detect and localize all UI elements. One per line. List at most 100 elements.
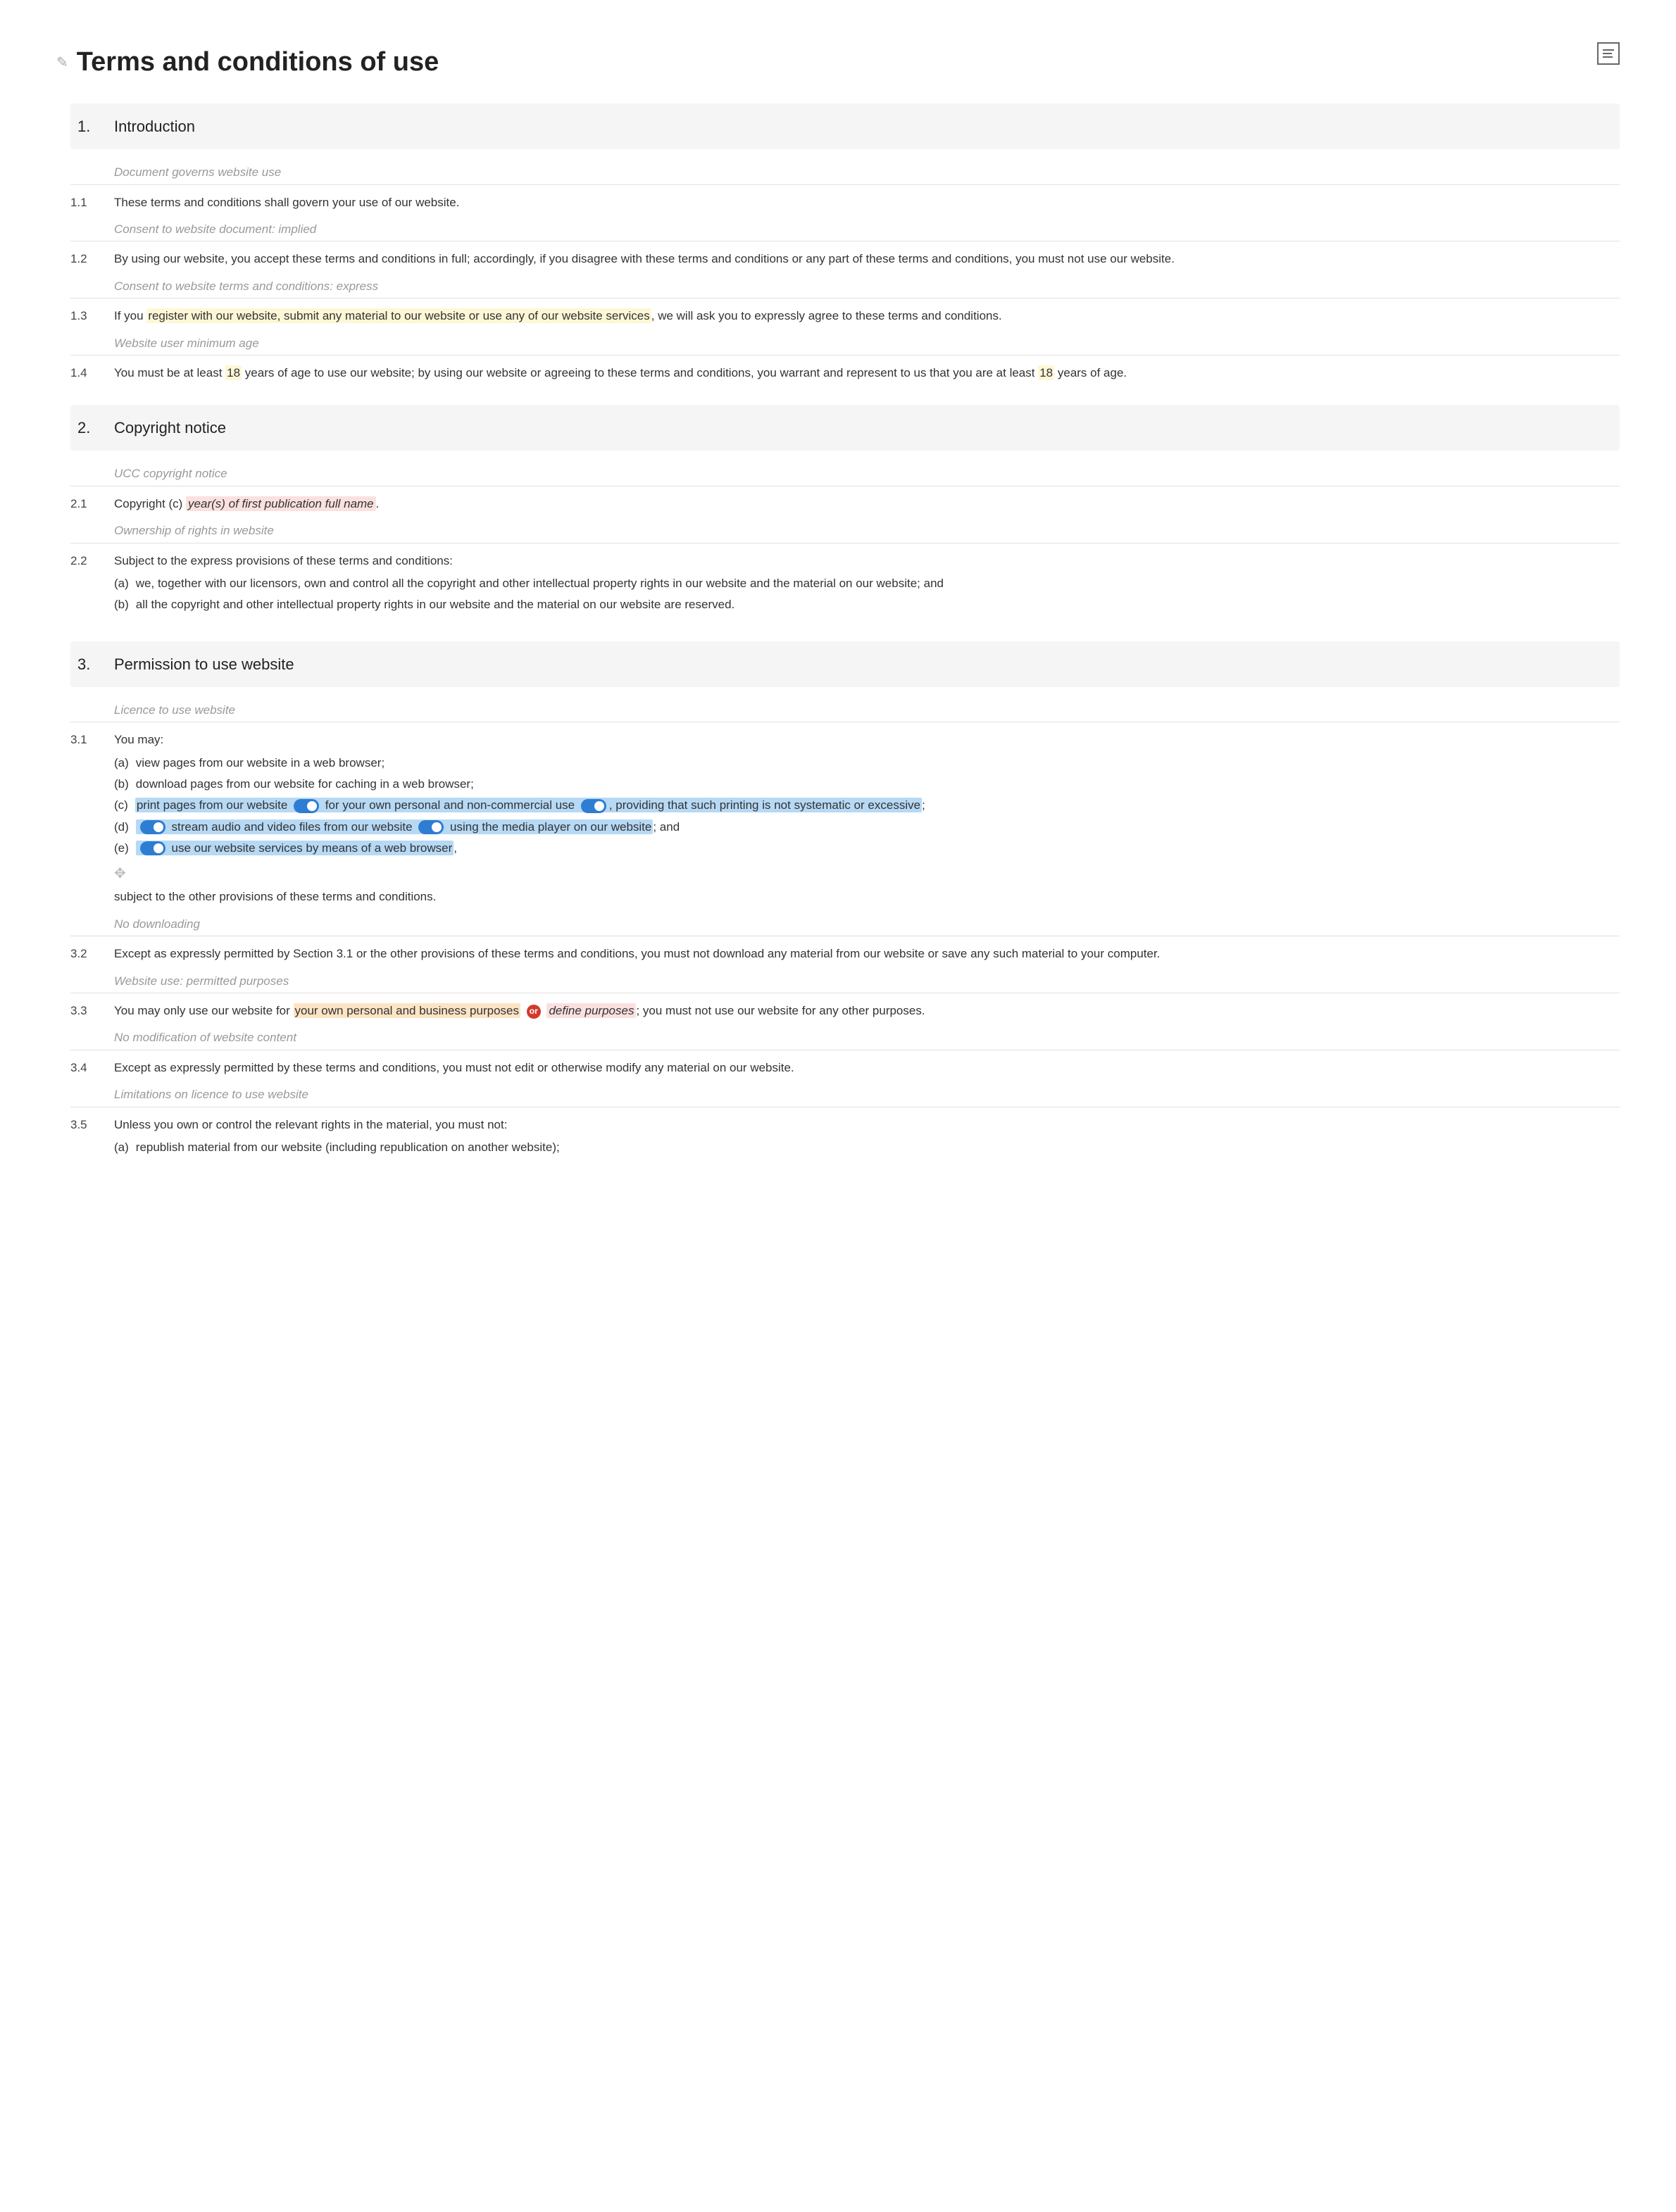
clause-note: No modification of website content	[70, 1026, 1620, 1050]
letter: (b)	[114, 775, 129, 793]
clause-num: 3.3	[70, 1002, 97, 1020]
text: ;	[922, 798, 925, 812]
clause-note: UCC copyright notice	[70, 462, 1620, 486]
sub-text: view pages from our website in a web bro…	[136, 754, 384, 772]
text: , we will ask you to expressly agree to …	[651, 309, 1002, 322]
section-header-2: 2. Copyright notice	[70, 405, 1620, 451]
sub-text: republish material from our website (inc…	[136, 1138, 560, 1157]
clause-num: 1.2	[70, 250, 97, 268]
letter: (e)	[114, 839, 129, 857]
clause-text: You must be at least 18 years of age to …	[114, 364, 1613, 382]
clause-note: Website use: permitted purposes	[70, 969, 1620, 994]
sub-item: (a) republish material from our website …	[114, 1137, 1613, 1158]
text: years of age to use our website; by usin…	[242, 366, 1038, 379]
clause-3-4: 3.4 Except as expressly permitted by the…	[70, 1055, 1620, 1083]
text: .	[376, 497, 380, 510]
clause-num: 3.2	[70, 945, 97, 963]
toggle-switch[interactable]	[418, 820, 444, 834]
text: years of age.	[1054, 366, 1127, 379]
clause-3-5: 3.5 Unless you own or control the releva…	[70, 1112, 1620, 1167]
placeholder-text[interactable]: year(s) of first publication full name	[186, 496, 376, 511]
section-header-1: 1. Introduction	[70, 103, 1620, 149]
text: ; you must not use our website for any o…	[636, 1004, 925, 1017]
section-num: 3.	[77, 653, 97, 676]
highlighted-text[interactable]: 18	[225, 365, 242, 380]
clause-text: Except as expressly permitted by Section…	[114, 945, 1613, 963]
text: You must be at least	[114, 366, 225, 379]
placeholder-text[interactable]: define purposes	[546, 1003, 636, 1018]
highlighted-text[interactable]: register with our website, submit any ma…	[146, 308, 651, 323]
clause-text: These terms and conditions shall govern …	[114, 194, 1613, 212]
clause-text: You may: (a) view pages from our website…	[114, 731, 1613, 906]
option-text[interactable]: your own personal and business purposes	[294, 1003, 520, 1018]
list-icon	[1603, 49, 1614, 58]
clause-note: Document governs website use	[70, 161, 1620, 185]
clause-text: By using our website, you accept these t…	[114, 250, 1613, 268]
clause-note: Consent to website document: implied	[70, 218, 1620, 242]
clause-2-1: 2.1 Copyright (c) year(s) of first publi…	[70, 491, 1620, 519]
letter: (a)	[114, 754, 129, 772]
section-num: 1.	[77, 115, 97, 138]
clause-3-1: 3.1 You may: (a) view pages from our web…	[70, 727, 1620, 912]
move-icon[interactable]: ✥	[114, 863, 1613, 885]
clause-num: 1.4	[70, 364, 97, 382]
sub-text: use our website services by means of a w…	[136, 839, 457, 857]
clause-text: Except as expressly permitted by these t…	[114, 1059, 1613, 1077]
letter: (d)	[114, 818, 129, 836]
sub-text: we, together with our licensors, own and…	[136, 574, 944, 593]
clause-1-2: 1.2 By using our website, you accept the…	[70, 246, 1620, 274]
text: You may only use our website for	[114, 1004, 294, 1017]
clause-note: Limitations on licence to use website	[70, 1083, 1620, 1107]
clause-3-3: 3.3 You may only use our website for you…	[70, 998, 1620, 1026]
section-num: 2.	[77, 416, 97, 439]
sub-item: (b) download pages from our website for …	[114, 774, 1613, 795]
clause-text: Copyright (c) year(s) of first publicati…	[114, 495, 1613, 513]
clause-1-3: 1.3 If you register with our website, su…	[70, 303, 1620, 331]
or-badge[interactable]: or	[527, 1005, 541, 1019]
text: Copyright (c)	[114, 497, 186, 510]
letter: (c)	[114, 796, 128, 815]
edit-icon[interactable]: ✎	[56, 52, 68, 73]
section-header-3: 3. Permission to use website	[70, 641, 1620, 687]
text: If you	[114, 309, 146, 322]
option-text[interactable]: use our website services by means of a w…	[136, 841, 454, 855]
sub-text: print pages from our website for your ow…	[135, 796, 925, 815]
clause-num: 2.1	[70, 495, 97, 513]
clause-text: You may only use our website for your ow…	[114, 1002, 1613, 1020]
letter: (b)	[114, 596, 129, 614]
clause-note: Licence to use website	[70, 698, 1620, 723]
toggle-switch[interactable]	[294, 799, 319, 813]
text: ; and	[653, 820, 680, 834]
toggle-switch[interactable]	[581, 799, 606, 813]
intro-line: You may:	[114, 731, 1613, 749]
section-title: Copyright notice	[114, 416, 226, 439]
tail-text: subject to the other provisions of these…	[114, 888, 1613, 906]
clause-1-1: 1.1 These terms and conditions shall gov…	[70, 189, 1620, 218]
intro-line: Subject to the express provisions of the…	[114, 552, 1613, 570]
option-text[interactable]: stream audio and video files from our we…	[136, 819, 653, 834]
toc-button[interactable]	[1597, 42, 1620, 65]
clause-num: 3.4	[70, 1059, 97, 1077]
option-text[interactable]: print pages from our website for your ow…	[135, 798, 922, 812]
sub-item: (a) we, together with our licensors, own…	[114, 573, 1613, 594]
intro-line: Unless you own or control the relevant r…	[114, 1116, 1613, 1134]
section-title: Permission to use website	[114, 653, 294, 676]
clause-num: 1.3	[70, 307, 97, 325]
section-title: Introduction	[114, 115, 195, 138]
clause-note: Website user minimum age	[70, 332, 1620, 356]
sub-text: stream audio and video files from our we…	[136, 818, 680, 836]
sub-item: (a) view pages from our website in a web…	[114, 753, 1613, 774]
clause-text: Subject to the express provisions of the…	[114, 552, 1613, 619]
clause-note: Consent to website terms and conditions:…	[70, 275, 1620, 299]
sub-text: all the copyright and other intellectual…	[136, 596, 734, 614]
highlighted-text[interactable]: 18	[1038, 365, 1054, 380]
letter: (a)	[114, 574, 129, 593]
clause-text: Unless you own or control the relevant r…	[114, 1116, 1613, 1162]
clause-text: If you register with our website, submit…	[114, 307, 1613, 325]
sub-item: (b) all the copyright and other intellec…	[114, 594, 1613, 615]
page-title: Terms and conditions of use	[77, 42, 439, 82]
clause-3-2: 3.2 Except as expressly permitted by Sec…	[70, 941, 1620, 969]
toggle-switch[interactable]	[140, 841, 165, 855]
toggle-switch[interactable]	[140, 820, 165, 834]
clause-note: No downloading	[70, 912, 1620, 937]
